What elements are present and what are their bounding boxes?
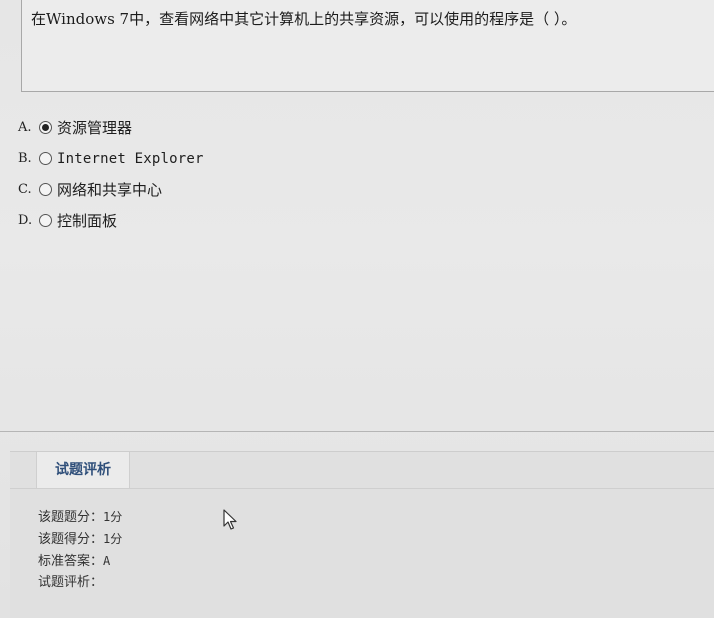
section-divider	[0, 431, 714, 432]
option-label: 资源管理器	[57, 119, 133, 137]
answer-row: 标准答案：A	[38, 550, 122, 572]
option-b[interactable]: B. Internet Explorer	[18, 143, 204, 174]
option-a[interactable]: A. 资源管理器	[18, 112, 204, 143]
earned-value: 1分	[103, 532, 123, 546]
option-label: 控制面板	[57, 212, 118, 230]
option-letter: A.	[18, 120, 32, 135]
option-letter: C.	[18, 182, 32, 197]
answer-label: 标准答案：	[38, 554, 104, 569]
score-row: 该题题分：1分	[38, 506, 122, 528]
mouse-pointer-icon	[223, 509, 237, 530]
option-c[interactable]: C. 网络和共享中心	[18, 174, 204, 205]
radio-unchecked-icon[interactable]	[39, 152, 52, 165]
analysis-details: 该题题分：1分 该题得分：1分 标准答案：A 试题评析：	[38, 506, 122, 594]
analysis-panel: 试题评析 该题题分：1分 该题得分：1分 标准答案：A 试题评析：	[10, 451, 714, 618]
option-letter: B.	[18, 151, 32, 166]
tab-analysis[interactable]: 试题评析	[36, 452, 130, 488]
tab-underline	[10, 488, 714, 489]
radio-checked-icon[interactable]	[39, 121, 52, 134]
radio-unchecked-icon[interactable]	[39, 183, 52, 196]
answer-options: A. 资源管理器 B. Internet Explorer C. 网络和共享中心…	[18, 112, 204, 236]
comment-label: 试题评析：	[38, 575, 104, 590]
answer-value: A	[103, 554, 111, 568]
score-value: 1分	[103, 510, 123, 524]
question-box: 在Windows 7中，查看网络中其它计算机上的共享资源，可以使用的程序是（ ）…	[21, 0, 714, 92]
option-d[interactable]: D. 控制面板	[18, 205, 204, 236]
exam-screen: 在Windows 7中，查看网络中其它计算机上的共享资源，可以使用的程序是（ ）…	[0, 0, 714, 618]
radio-unchecked-icon[interactable]	[39, 214, 52, 227]
earned-label: 该题得分：	[38, 532, 104, 547]
comment-row: 试题评析：	[38, 572, 122, 594]
score-label: 该题题分：	[38, 510, 104, 525]
option-letter: D.	[18, 213, 33, 228]
earned-row: 该题得分：1分	[38, 528, 122, 550]
question-text: 在Windows 7中，查看网络中其它计算机上的共享资源，可以使用的程序是（ ）…	[31, 10, 577, 28]
option-label: 网络和共享中心	[57, 181, 163, 199]
option-label: Internet Explorer	[57, 150, 204, 167]
